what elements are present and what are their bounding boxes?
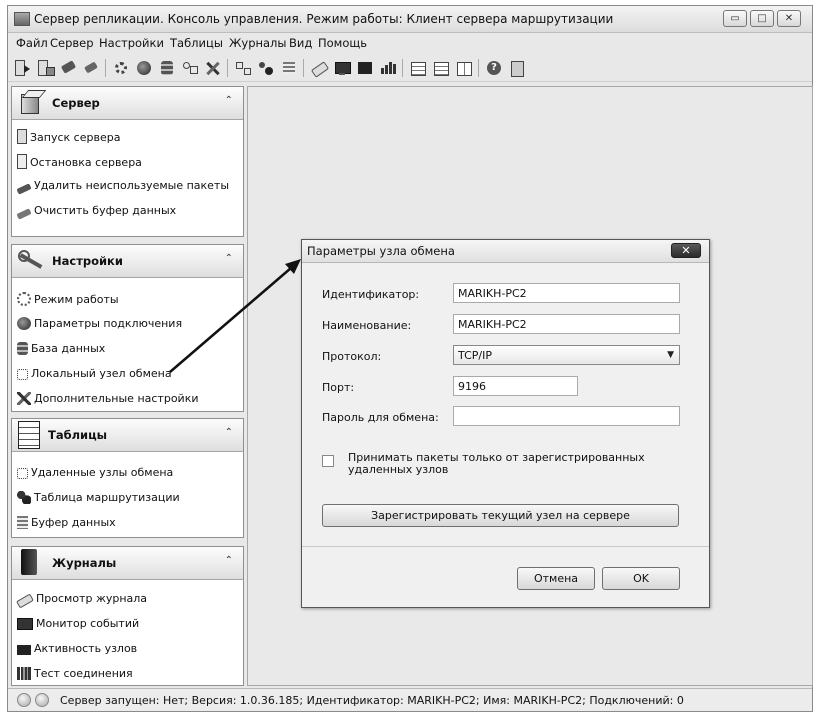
annotation-arrow <box>169 259 301 373</box>
